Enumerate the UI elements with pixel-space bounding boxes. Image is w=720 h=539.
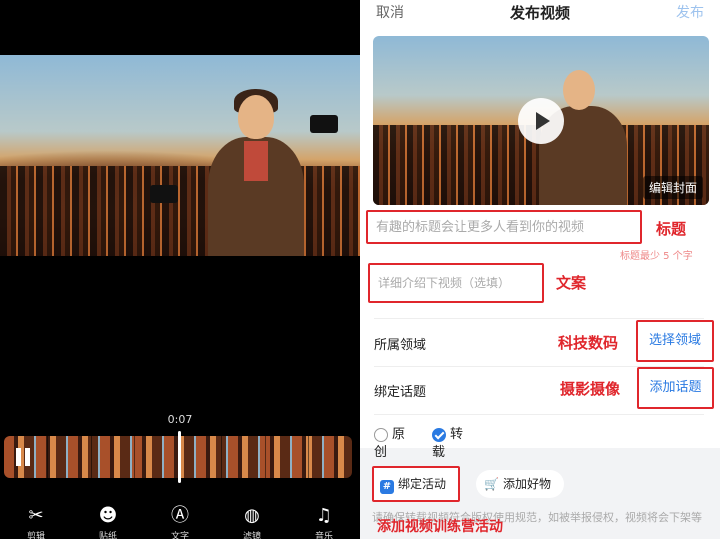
tool-sticker-button[interactable]: ☻ 贴纸: [78, 505, 138, 539]
music-icon: ♫: [315, 505, 333, 526]
cancel-button[interactable]: 取消: [376, 2, 404, 22]
text-icon: Ⓐ: [171, 505, 189, 526]
tool-label: 音乐: [314, 532, 333, 539]
tool-music-button[interactable]: ♫ 音乐: [294, 505, 354, 539]
topic-annotation: 摄影摄像: [560, 380, 621, 398]
cart-icon: 🛒: [484, 477, 499, 491]
title-input[interactable]: [366, 210, 642, 244]
description-input[interactable]: [368, 263, 544, 303]
play-icon[interactable]: [518, 98, 564, 144]
hashtag-icon: #: [380, 480, 394, 494]
scissors-icon: ✂: [28, 505, 44, 526]
activity-annotation: 添加视频训练营活动: [377, 519, 503, 535]
pause-icon[interactable]: [12, 446, 34, 468]
add-topic-button[interactable]: 添加话题: [637, 367, 714, 409]
video-cover[interactable]: 编辑封面: [373, 36, 709, 205]
screen: 0:07 ✂ 剪辑 ☻ 贴纸 Ⓐ 文字 ◍ 滤镜 ♫ 音乐 发布视频 取消 发布…: [0, 0, 720, 539]
timecode: 0:07: [167, 413, 193, 426]
title-hint: 标题最少 5 个字: [620, 251, 693, 262]
bind-activity-button[interactable]: # 绑定活动: [372, 466, 460, 502]
edit-cover-button[interactable]: 编辑封面: [642, 176, 703, 199]
radio-off-icon: [374, 428, 388, 442]
divider: [374, 414, 704, 415]
editor-toolbar: ✂ 剪辑 ☻ 贴纸 Ⓐ 文字 ◍ 滤镜 ♫ 音乐: [0, 505, 360, 539]
title-annotation: 标题: [656, 220, 687, 238]
add-goods-button[interactable]: 🛒 添加好物: [476, 470, 564, 498]
tool-label: 文字: [170, 532, 189, 539]
domain-label: 所属领域: [374, 338, 427, 353]
radio-original[interactable]: 原创: [374, 426, 405, 460]
select-domain-button[interactable]: 选择领域: [636, 320, 714, 362]
divider: [374, 318, 704, 319]
filter-icon: ◍: [244, 505, 260, 526]
video-editor: 0:07 ✂ 剪辑 ☻ 贴纸 Ⓐ 文字 ◍ 滤镜 ♫ 音乐: [0, 0, 360, 539]
tool-label: 滤镜: [242, 532, 261, 539]
publish-header: 发布视频 取消 发布: [360, 0, 720, 28]
tool-label: 贴纸: [98, 532, 117, 539]
camera-shape: [150, 185, 178, 203]
camera-shape: [310, 115, 338, 133]
video-preview[interactable]: [0, 55, 360, 256]
sticker-icon: ☻: [98, 505, 118, 526]
description-annotation: 文案: [556, 274, 587, 292]
tool-filter-button[interactable]: ◍ 滤镜: [222, 505, 282, 539]
playhead[interactable]: [178, 431, 181, 483]
tool-cut-button[interactable]: ✂ 剪辑: [6, 505, 66, 539]
tool-text-button[interactable]: Ⓐ 文字: [150, 505, 210, 539]
radio-checked-icon: [432, 428, 446, 442]
publish-button[interactable]: 发布: [676, 2, 704, 22]
radio-repost[interactable]: 转载: [432, 426, 463, 460]
topic-label: 绑定话题: [374, 385, 427, 400]
photographer-figure: [200, 85, 310, 256]
tool-label: 剪辑: [26, 532, 45, 539]
domain-annotation: 科技数码: [558, 334, 619, 352]
page-title: 发布视频: [509, 4, 570, 22]
